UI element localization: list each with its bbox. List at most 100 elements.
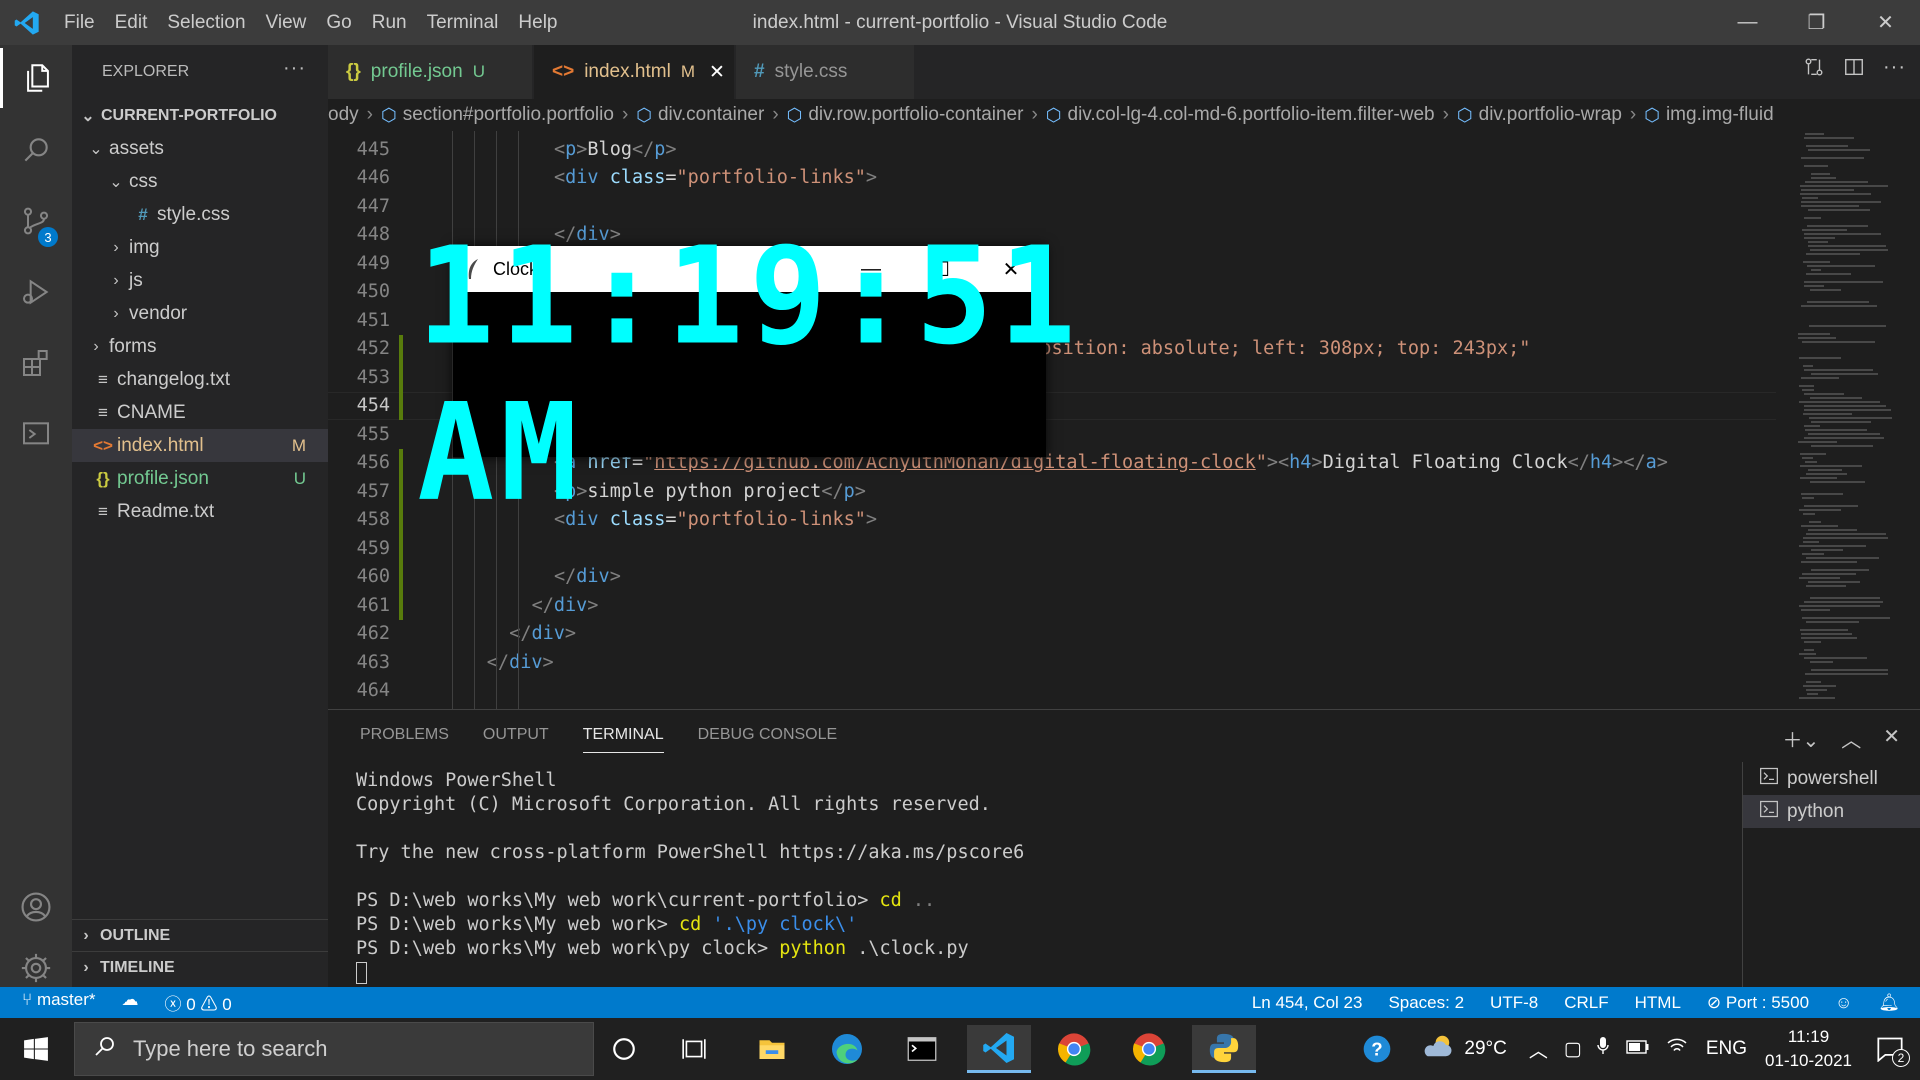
action-center-icon[interactable]: 2 — [1874, 1033, 1910, 1067]
tab-output[interactable]: OUTPUT — [483, 726, 549, 753]
windows-start-icon[interactable] — [0, 1018, 72, 1080]
close-panel-icon[interactable]: ✕ — [1883, 724, 1900, 753]
cursor-position[interactable]: Ln 454, Col 23 — [1252, 993, 1363, 1013]
tree-item-assets[interactable]: ⌄ assets — [72, 132, 328, 165]
tree-item-forms[interactable]: › forms — [72, 330, 328, 363]
edge-browser-icon[interactable] — [815, 1025, 879, 1073]
breadcrumb-item[interactable]: ody — [328, 104, 359, 126]
minimize-button[interactable]: — — [1713, 0, 1782, 45]
accounts-icon[interactable] — [0, 877, 72, 937]
clock-window[interactable]: Clock — ☐ ✕ 11:19:51 AM — [417, 218, 1076, 531]
breadcrumb-item[interactable]: ⬡ div.col-lg-4.col-md-6.portfolio-item.fi… — [1046, 104, 1435, 126]
restore-button[interactable]: ❐ — [1782, 0, 1851, 45]
breadcrumb-item[interactable]: ⬡ section#portfolio.portfolio — [381, 104, 614, 126]
maximize-panel-icon[interactable]: ︿ — [1841, 724, 1861, 753]
compare-changes-icon[interactable] — [1803, 56, 1825, 84]
new-terminal-icon[interactable]: ＋⌄ — [1782, 724, 1819, 753]
microphone-icon[interactable] — [1596, 1036, 1610, 1062]
tree-item-changelog-txt[interactable]: ≡ changelog.txt — [72, 363, 328, 396]
python-icon[interactable] — [1192, 1025, 1256, 1073]
run-debug-icon[interactable] — [0, 262, 72, 322]
tree-item-js[interactable]: › js — [72, 264, 328, 297]
remote-explorer-icon[interactable] — [0, 404, 72, 464]
explorer-icon[interactable] — [0, 48, 72, 108]
code-line[interactable]: 463 </div> — [328, 648, 1776, 676]
line-endings[interactable]: CRLF — [1564, 993, 1608, 1013]
tab-profile-json[interactable]: {} profile.json U — [328, 45, 532, 99]
tab-terminal[interactable]: TERMINAL — [582, 726, 664, 753]
code-line[interactable]: 461 </div> — [328, 591, 1776, 619]
temperature[interactable]: 29°C — [1464, 1038, 1506, 1060]
indentation[interactable]: Spaces: 2 — [1388, 993, 1464, 1013]
live-server-port[interactable]: ⊘ Port : 5500 — [1707, 993, 1809, 1013]
terminal-output[interactable]: Windows PowerShell Copyright (C) Microsof… — [356, 769, 1024, 985]
code-line[interactable]: 446 <div class="portfolio-links"> — [328, 164, 1776, 192]
search-icon[interactable] — [0, 120, 72, 180]
task-view-icon[interactable] — [662, 1025, 726, 1073]
terminal-item-powershell[interactable]: powershell — [1743, 762, 1920, 795]
code-line[interactable]: 460 </div> — [328, 563, 1776, 591]
tree-item-style-css[interactable]: # style.css — [72, 198, 328, 231]
tree-item-cname[interactable]: ≡ CNAME — [72, 396, 328, 429]
branch-indicator[interactable]: ⑂ master* — [22, 990, 96, 1015]
breadcrumb-item[interactable]: ⬡ div.container — [636, 104, 764, 126]
close-button[interactable]: ✕ — [1851, 0, 1920, 45]
menu-view[interactable]: View — [256, 12, 317, 34]
timeline-section[interactable]: › TIMELINE — [72, 951, 328, 983]
terminal-item-python[interactable]: python — [1743, 795, 1920, 828]
tab-close-icon[interactable]: ✕ — [709, 61, 725, 84]
feedback-icon[interactable]: ☺ — [1835, 993, 1852, 1013]
split-editor-icon[interactable] — [1843, 56, 1865, 84]
file-explorer-icon[interactable] — [740, 1025, 804, 1073]
encoding[interactable]: UTF-8 — [1490, 993, 1538, 1013]
weather-icon[interactable] — [1422, 1033, 1456, 1065]
tab-index-html[interactable]: <> index.html M ✕ — [534, 45, 734, 99]
menu-selection[interactable]: Selection — [157, 12, 255, 34]
cortana-icon[interactable] — [592, 1025, 656, 1073]
breadcrumb-item[interactable]: ⬡ img.img-fluid — [1644, 104, 1773, 126]
wifi-icon[interactable] — [1666, 1037, 1688, 1061]
code-line[interactable]: 447 — [328, 192, 1776, 220]
problems-indicator[interactable]: ⓧ 0 ⚠ 0 — [165, 990, 232, 1015]
chrome-profile-icon[interactable] — [1117, 1025, 1181, 1073]
show-hidden-icons-icon[interactable]: ︿ — [1529, 1036, 1548, 1063]
battery-icon[interactable] — [1626, 1038, 1650, 1060]
tab-problems[interactable]: PROBLEMS — [360, 726, 449, 753]
notifications-bell-icon[interactable]: 🔔︎ — [1878, 993, 1900, 1013]
sync-icon[interactable]: ☁ — [122, 990, 139, 1015]
menu-file[interactable]: File — [54, 12, 105, 34]
code-line[interactable]: 445 <p>Blog</p> — [328, 135, 1776, 163]
vscode-taskbar-icon[interactable] — [967, 1025, 1031, 1073]
more-actions-icon[interactable]: ··· — [283, 57, 306, 80]
git-change-marker[interactable] — [399, 334, 403, 420]
help-icon[interactable]: ? — [1350, 1033, 1404, 1065]
menu-help[interactable]: Help — [508, 12, 567, 34]
chrome-icon[interactable] — [1042, 1025, 1106, 1073]
code-line[interactable]: 462 </div> — [328, 620, 1776, 648]
workspace-root[interactable]: ⌄ CURRENT-PORTFOLIO — [72, 99, 328, 132]
tree-item-img[interactable]: › img — [72, 231, 328, 264]
language-mode[interactable]: HTML — [1635, 993, 1681, 1013]
breadcrumb-item[interactable]: ⬡ div.row.portfolio-container — [787, 104, 1024, 126]
tab-style-css[interactable]: # style.css — [736, 45, 914, 99]
tree-item-profile-json[interactable]: {} profile.json U — [72, 462, 328, 495]
menu-run[interactable]: Run — [362, 12, 417, 34]
source-control-icon[interactable]: 3 — [0, 191, 72, 251]
code-line[interactable]: 464 — [328, 677, 1776, 705]
input-language[interactable]: ENG — [1706, 1038, 1747, 1060]
extensions-icon[interactable] — [0, 333, 72, 393]
terminal-prompt-line[interactable] — [356, 961, 1024, 985]
menu-edit[interactable]: Edit — [105, 12, 158, 34]
meet-now-icon[interactable]: ▢ — [1564, 1038, 1582, 1061]
outline-section[interactable]: › OUTLINE — [72, 919, 328, 951]
menu-terminal[interactable]: Terminal — [417, 12, 509, 34]
tree-item-vendor[interactable]: › vendor — [72, 297, 328, 330]
tree-item-index-html[interactable]: <> index.html M — [72, 429, 328, 462]
tab-debug-console[interactable]: DEBUG CONSOLE — [698, 726, 838, 753]
minimap[interactable] — [1776, 131, 1920, 709]
taskbar-clock[interactable]: 11:19 01-10-2021 — [1765, 1025, 1852, 1073]
tree-item-readme-txt[interactable]: ≡ Readme.txt — [72, 495, 328, 528]
command-prompt-icon[interactable] — [890, 1025, 954, 1073]
breadcrumb-item[interactable]: ⬡ div.portfolio-wrap — [1457, 104, 1622, 126]
more-actions-icon[interactable]: ··· — [1883, 56, 1906, 84]
